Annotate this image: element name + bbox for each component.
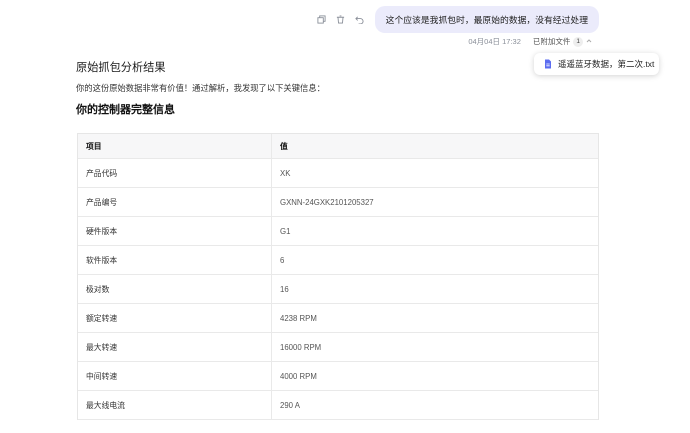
row-value: 4238 RPM [271,303,598,333]
table-row: 硬件版本 G1 [78,216,598,246]
table-row: 产品代码 XK [78,158,598,188]
table-row: 最大线电流 290 A [78,390,598,420]
row-key: 产品编号 [78,187,272,217]
row-key: 硬件版本 [78,216,272,246]
column-header-value: 值 [271,134,598,159]
section-title: 你的控制器完整信息 [76,104,175,116]
table-row: 软件版本 6 [78,245,598,275]
row-key: 软件版本 [78,245,272,275]
table-header-row: 项目 值 [78,134,598,159]
row-key: 极对数 [78,274,272,304]
scroll-fade [0,425,690,433]
table-row: 产品编号 GXNN-24GXK2101205327 [78,187,598,217]
response-intro: 你的这份原始数据非常有价值！通过解析，我发现了以下关键信息： [76,83,325,93]
row-value: 16 [271,274,598,304]
controller-info-table: 项目 值 产品代码 XK 产品编号 GXNN-24GXK2101205327 硬… [77,133,599,420]
message-timestamp: 04月04日 17:32 [468,37,521,46]
attachments-count-badge: 1 [573,36,583,47]
row-key: 最大线电流 [78,390,272,420]
table-row: 额定转速 4238 RPM [78,303,598,333]
table-row: 极对数 16 [78,274,598,304]
row-key: 最大转速 [78,332,272,362]
attachment-popup[interactable]: 遥遥蓝牙数据，第二次.txt [534,53,659,75]
chevron-icon [586,38,592,46]
copy-icon[interactable] [316,14,327,25]
message-meta: 04月04日 17:32 已附加文件 1 [468,36,592,47]
row-key: 产品代码 [78,158,272,188]
user-message-row: 这个应该是我抓包时，最原始的数据，没有经过处理 [316,6,599,33]
row-value: XK [271,158,598,188]
table-row: 中间转速 4000 RPM [78,361,598,391]
attachment-file-name: 遥遥蓝牙数据，第二次.txt [558,59,655,69]
row-key: 中间转速 [78,361,272,391]
row-value: 6 [271,245,598,275]
table-row: 最大转速 16000 RPM [78,332,598,362]
row-key: 额定转速 [78,303,272,333]
attachments-label: 已附加文件 [532,37,571,46]
row-value: G1 [271,216,598,246]
row-value: 290 A [271,390,598,420]
file-icon [544,59,552,69]
row-value: GXNN-24GXK2101205327 [271,187,598,217]
response-heading: 原始抓包分析结果 [76,62,166,74]
user-message-bubble: 这个应该是我抓包时，最原始的数据，没有经过处理 [374,6,599,33]
row-value: 16000 RPM [271,332,598,362]
attachments-toggle[interactable]: 已附加文件 1 [533,36,592,47]
delete-icon[interactable] [335,14,346,25]
message-actions [316,14,365,25]
row-value: 4000 RPM [271,361,598,391]
undo-icon[interactable] [354,14,365,25]
column-header-item: 项目 [78,134,272,159]
